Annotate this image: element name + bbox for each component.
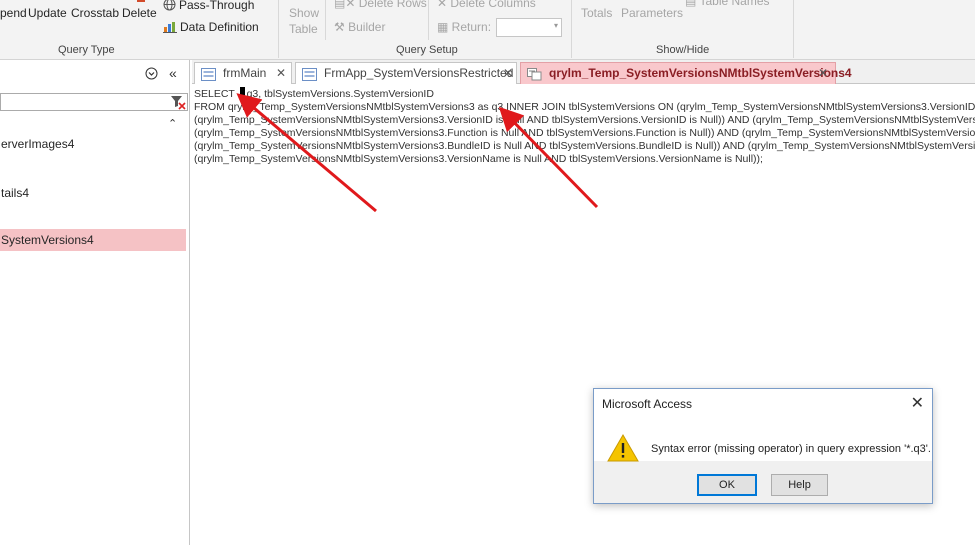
- delete-rows-label: ▤✕ Delete Rows: [334, 0, 427, 10]
- close-icon[interactable]: ✕: [818, 63, 828, 83]
- chart-icon: [163, 20, 177, 36]
- ok-button[interactable]: OK: [697, 474, 757, 496]
- close-icon[interactable]: ✕: [503, 63, 513, 83]
- close-icon[interactable]: ✕: [911, 393, 924, 413]
- globe-icon: [163, 0, 176, 14]
- sql-text: q3, tblSystemVersions.SystemVersionID: [246, 88, 434, 100]
- crosstab-button[interactable]: Crosstab: [71, 6, 119, 20]
- return-label: ▦ Return:: [437, 20, 492, 34]
- return-icon: ▦: [437, 20, 452, 34]
- form-icon: [302, 67, 317, 87]
- builder-button[interactable]: ⚒ Builder: [334, 20, 385, 34]
- nav-search-input[interactable]: [0, 93, 188, 111]
- ribbon-separator: [571, 0, 572, 58]
- update-button[interactable]: Update: [28, 6, 67, 20]
- builder-wand-icon: ⚒: [334, 20, 349, 34]
- delete-rows-icon: ▤✕: [334, 0, 359, 10]
- error-dialog: Microsoft Access ✕ Syntax error (missing…: [593, 388, 933, 504]
- show-table-label-2: Table: [289, 22, 318, 36]
- close-icon[interactable]: ✕: [276, 63, 286, 83]
- tab-label: frmMain: [223, 66, 267, 80]
- dialog-message: Syntax error (missing operator) in query…: [651, 443, 931, 455]
- nav-item[interactable]: tails4: [0, 182, 29, 204]
- data-definition-button[interactable]: Data Definition: [163, 20, 259, 36]
- query-icon: [527, 67, 542, 87]
- show-table-button[interactable]: Show: [289, 6, 319, 20]
- delete-columns-icon: ✕: [437, 0, 451, 10]
- sql-text: SELECT: [194, 88, 238, 100]
- tab-frmmain[interactable]: frmMain ✕: [194, 62, 292, 84]
- query-type-group-label: Query Type: [58, 44, 115, 56]
- delete-rows-button[interactable]: ▤✕ Delete Rows: [334, 0, 427, 10]
- pass-through-label: Pass-Through: [179, 0, 255, 13]
- form-icon: [201, 67, 216, 87]
- show-hide-group-label: Show/Hide: [656, 44, 710, 56]
- data-definition-label: Data Definition: [180, 20, 259, 35]
- ribbon-separator: [428, 0, 429, 40]
- delete-columns-button[interactable]: ✕ Delete Columns: [437, 0, 536, 10]
- pass-through-button[interactable]: Pass-Through: [163, 0, 254, 14]
- sql-line: FROM qrylm_Temp_SystemVersionsNMtblSyste…: [194, 101, 975, 113]
- builder-label: ⚒ Builder: [334, 20, 386, 34]
- tab-label: qrylm_Temp_SystemVersionsNMtblSystemVers…: [549, 66, 852, 80]
- tab-label: FrmApp_SystemVersionsRestricted: [324, 66, 514, 80]
- sql-line: (qrylm_Temp_SystemVersionsNMtblSystemVer…: [194, 127, 975, 139]
- query-setup-group-label: Query Setup: [396, 44, 458, 56]
- delete-query-icon: [137, 0, 145, 2]
- table-names-button[interactable]: ▤ Table Names: [685, 0, 770, 8]
- sql-line: (qrylm_Temp_SystemVersionsNMtblSystemVer…: [194, 114, 975, 126]
- tab-frmapp-systemversionsrestricted[interactable]: FrmApp_SystemVersionsRestricted ✕: [295, 62, 517, 84]
- text-caret: [239, 87, 245, 98]
- return-control: ▦ Return:: [437, 20, 491, 34]
- return-select[interactable]: ▾: [496, 18, 562, 37]
- nav-menu-chevron-icon[interactable]: [145, 67, 158, 83]
- sql-line: SELECT q3, tblSystemVersions.SystemVersi…: [194, 87, 975, 101]
- table-names-label: ▤ Table Names: [685, 0, 770, 8]
- ribbon-separator: [278, 0, 279, 58]
- append-button[interactable]: pend: [0, 6, 27, 20]
- help-button[interactable]: Help: [771, 474, 828, 496]
- table-names-icon: ▤: [685, 0, 700, 8]
- dialog-title: Microsoft Access: [602, 397, 693, 411]
- ribbon: pend Update Crosstab Delete Pass-Through…: [0, 0, 975, 60]
- ribbon-separator: [325, 0, 326, 40]
- totals-button[interactable]: Totals: [581, 6, 612, 20]
- sql-line: (qrylm_Temp_SystemVersionsNMtblSystemVer…: [194, 153, 763, 165]
- collapse-pane-icon[interactable]: «: [169, 65, 177, 81]
- tab-qrylm-temp-systemversions4[interactable]: qrylm_Temp_SystemVersionsNMtblSystemVers…: [520, 62, 852, 87]
- sql-line: (qrylm_Temp_SystemVersionsNMtblSystemVer…: [194, 140, 975, 152]
- ribbon-separator: [793, 0, 794, 58]
- nav-item-selected[interactable]: SystemVersions4: [0, 229, 186, 251]
- dialog-footer: [594, 461, 932, 503]
- clear-filter-icon[interactable]: [170, 95, 186, 113]
- access-window: pend Update Crosstab Delete Pass-Through…: [0, 0, 975, 545]
- nav-item[interactable]: erverImages4: [0, 133, 74, 155]
- group-collapse-icon[interactable]: ⌃: [168, 117, 177, 130]
- parameters-button[interactable]: Parameters: [621, 6, 683, 20]
- chevron-down-icon: ▾: [553, 21, 558, 30]
- delete-button[interactable]: Delete: [122, 6, 157, 20]
- delete-columns-label: ✕ Delete Columns: [437, 0, 536, 10]
- warning-icon: [607, 433, 639, 466]
- navigation-pane: « ⌃ erverImages4 tails4 SystemVersions4: [0, 60, 190, 545]
- document-tabs: frmMain ✕ FrmApp_SystemVersionsRestricte…: [192, 60, 975, 84]
